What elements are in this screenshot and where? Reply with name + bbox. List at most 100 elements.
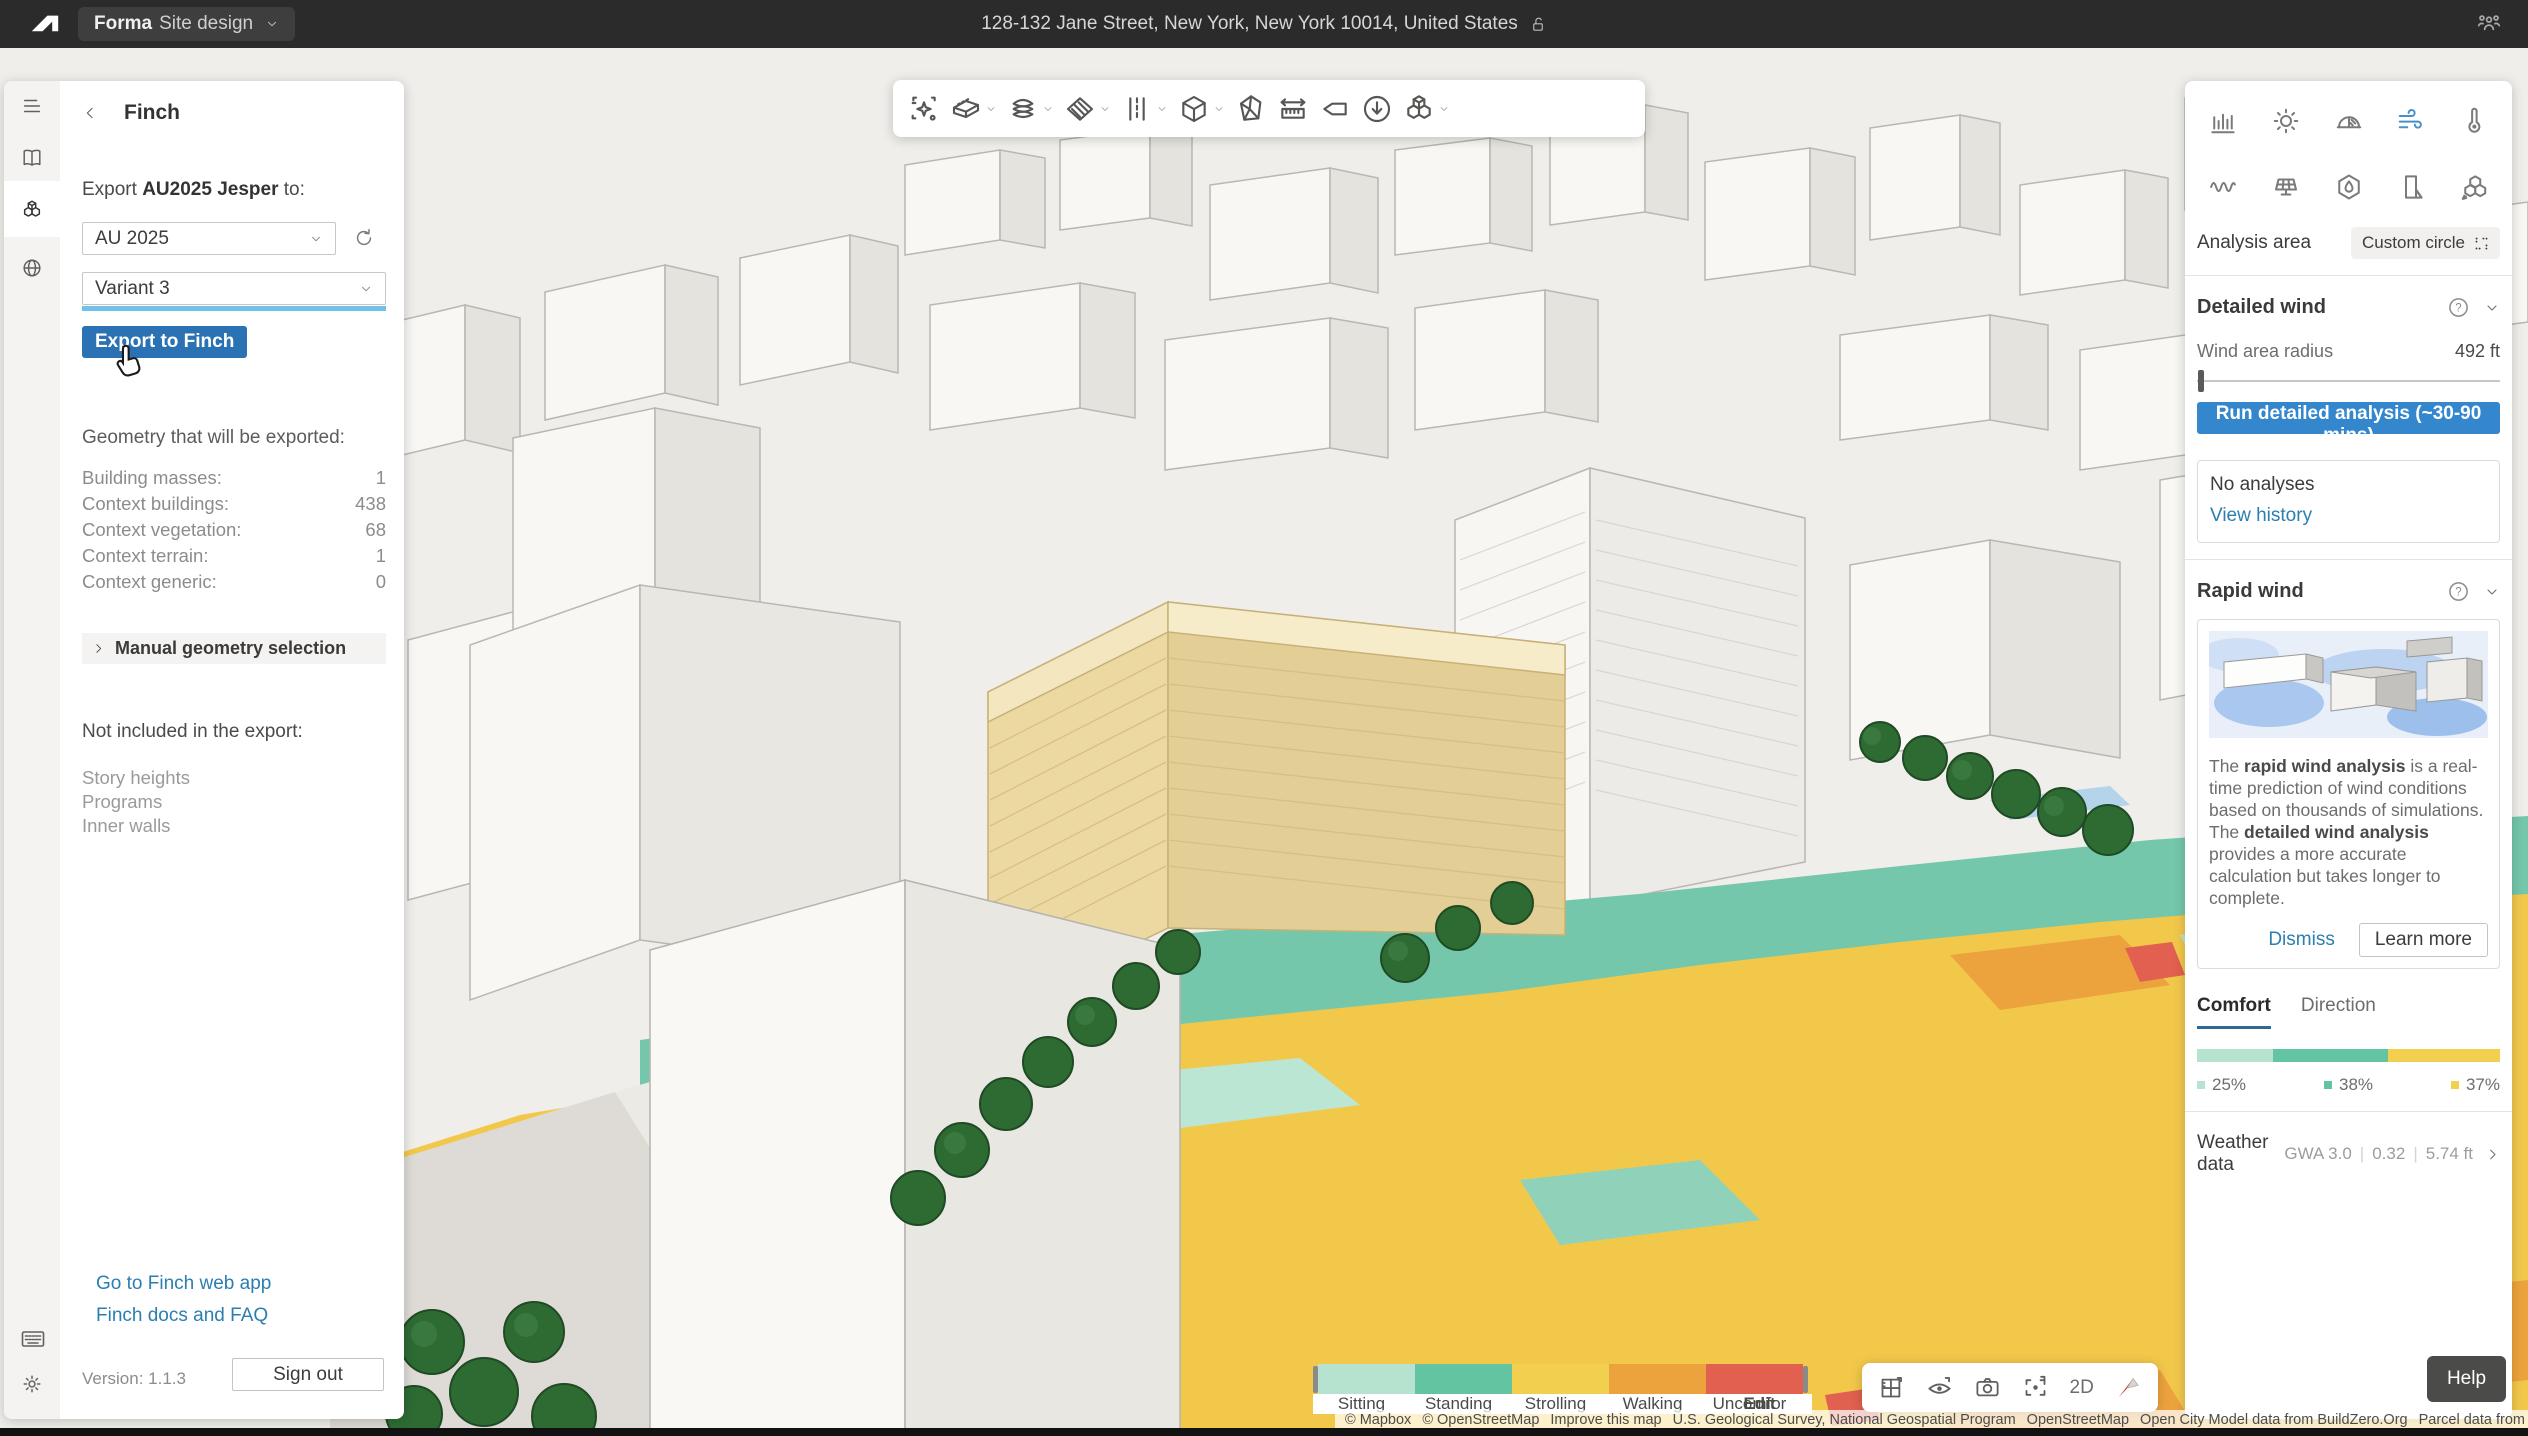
- version-label: Version: 1.1.3: [82, 1369, 186, 1389]
- detailed-wind-title: Detailed wind: [2197, 296, 2447, 319]
- help-button[interactable]: Help: [2427, 1356, 2506, 1402]
- variant-select-focus-underline: [82, 306, 386, 311]
- mode-2d-button[interactable]: 2D: [2070, 1377, 2094, 1399]
- project-address[interactable]: 128-132 Jane Street, New York, New York …: [981, 13, 1547, 35]
- finch-docs-link[interactable]: Finch docs and FAQ: [96, 1305, 268, 1327]
- legend-color-band: [1512, 1364, 1609, 1394]
- generic-3d-tool-button[interactable]: [1173, 89, 1230, 129]
- compass-button[interactable]: [2115, 1374, 2142, 1401]
- hub-select[interactable]: AU 2025: [82, 222, 336, 255]
- learn-more-button[interactable]: Learn more: [2359, 923, 2488, 957]
- focus-button[interactable]: [2022, 1374, 2049, 1401]
- extensions-icon[interactable]: [21, 199, 43, 221]
- comfort-distribution-legend: 25% 38% 37%: [2197, 1075, 2500, 1095]
- thermal-comfort-analysis-button[interactable]: [2448, 95, 2500, 147]
- integrations-icon[interactable]: [21, 257, 43, 279]
- export-to-finch-button[interactable]: Export to Finch: [82, 326, 247, 358]
- noise-analysis-button[interactable]: [2197, 161, 2249, 213]
- weather-data-label: Weather data: [2197, 1132, 2284, 1176]
- solar-pv-analysis-button[interactable]: [2260, 161, 2312, 213]
- chevron-down-icon[interactable]: [2484, 584, 2500, 600]
- zone-tool-button[interactable]: [1059, 89, 1116, 129]
- refresh-icon[interactable]: [353, 227, 375, 249]
- help-circle-icon[interactable]: ?: [2447, 580, 2470, 603]
- back-button[interactable]: [82, 105, 98, 121]
- manual-geometry-selection-expander[interactable]: Manual geometry selection: [82, 633, 386, 664]
- attribution-ocm: Open City Model data from BuildZero.Org: [2140, 1412, 2408, 1428]
- finch-panel: Finch Export AU2025 Jesper to: AU 2025 V…: [4, 81, 404, 1419]
- road-tool-button[interactable]: [1116, 89, 1173, 129]
- finch-web-app-link[interactable]: Go to Finch web app: [96, 1273, 271, 1295]
- sign-out-button[interactable]: Sign out: [232, 1358, 384, 1391]
- attribution-improve-link[interactable]: Improve this map: [1550, 1412, 1661, 1428]
- attribution-mapbox[interactable]: © Mapbox: [1345, 1412, 1411, 1428]
- terrain-tool-button[interactable]: [1230, 89, 1272, 129]
- measure-tool-button[interactable]: [1272, 89, 1314, 129]
- legend-item: 37%: [2451, 1075, 2500, 1095]
- app-mode: Site design: [159, 13, 253, 35]
- analysis-area-button[interactable]: Custom circle: [2351, 227, 2500, 259]
- noise-icon: [2208, 172, 2238, 202]
- tab-comfort[interactable]: Comfort: [2197, 995, 2271, 1029]
- statistics-analysis-button[interactable]: [2197, 95, 2249, 147]
- legend-right-handle[interactable]: [1803, 1366, 1808, 1393]
- svg-text:?: ?: [2455, 586, 2461, 598]
- building-tool-button[interactable]: [945, 89, 1002, 129]
- wind-radius-row: Wind area radius 492 ft: [2197, 341, 2500, 362]
- finch-blocks-tool-button[interactable]: [1398, 89, 1455, 129]
- embodied-carbon-analysis-button[interactable]: [2385, 161, 2437, 213]
- keyboard-shortcuts-icon[interactable]: [21, 1329, 45, 1349]
- slider-handle[interactable]: [2198, 370, 2204, 392]
- screen-bottom-edge: [0, 1428, 2528, 1436]
- weather-data-row[interactable]: Weather data GWA 3.0|0.32|5.74 ft: [2197, 1132, 2500, 1176]
- chevron-down-icon[interactable]: [2484, 300, 2500, 316]
- magic-select-tool-button[interactable]: [903, 89, 945, 129]
- geometry-row: Context buildings:438: [82, 493, 386, 519]
- rapid-wind-actions: Dismiss Learn more: [2209, 923, 2488, 957]
- forma-app-screen: Forma Site design 128-132 Jane Street, N…: [0, 0, 2528, 1436]
- chevron-down-icon: [1042, 103, 1054, 115]
- collaborators-icon[interactable]: [2476, 11, 2502, 37]
- daylight-analysis-button[interactable]: [2323, 95, 2375, 147]
- dismiss-button[interactable]: Dismiss: [2268, 929, 2335, 951]
- settings-icon[interactable]: [21, 1373, 43, 1395]
- rapid-wind-info-card: The rapid wind analysis is a real-time p…: [2197, 619, 2500, 969]
- wind-radius-slider[interactable]: [2197, 370, 2500, 392]
- legend-color-band: [1609, 1364, 1706, 1394]
- legend-color-band: [1318, 1364, 1415, 1394]
- geometry-row: Context generic:0: [82, 571, 386, 597]
- chevron-right-icon: [92, 642, 105, 655]
- app-switcher-button[interactable]: Forma Site design: [78, 7, 295, 41]
- menu-icon[interactable]: [21, 95, 43, 117]
- massing-icon: [2459, 172, 2489, 202]
- legend-item: 25%: [2197, 1075, 2246, 1095]
- import-tool-button[interactable]: [1356, 89, 1398, 129]
- chevron-down-icon: [359, 282, 373, 296]
- layout-grid-button[interactable]: [1878, 1374, 1905, 1401]
- camera-button[interactable]: [1974, 1374, 2001, 1401]
- annotation-tool-button[interactable]: [1314, 89, 1356, 129]
- chevron-right-icon: [2485, 1147, 2500, 1162]
- library-icon[interactable]: [21, 147, 43, 169]
- view-history-link[interactable]: View history: [2210, 505, 2487, 527]
- water-analysis-button[interactable]: [2323, 161, 2375, 213]
- not-included-item: Story heights: [82, 766, 190, 790]
- vegetation-tool-button[interactable]: [1002, 89, 1059, 129]
- wind-icon: [2396, 106, 2426, 136]
- attribution-osm[interactable]: © OpenStreetMap: [1422, 1412, 1539, 1428]
- sun-analysis-button[interactable]: [2260, 95, 2312, 147]
- visibility-button[interactable]: [1926, 1374, 1953, 1401]
- wind-analysis-button[interactable]: [2385, 95, 2437, 147]
- legend-swatch: [2451, 1081, 2459, 1089]
- tab-direction[interactable]: Direction: [2301, 995, 2376, 1029]
- wind-radius-label: Wind area radius: [2197, 341, 2333, 362]
- help-circle-icon[interactable]: ?: [2447, 296, 2470, 319]
- run-detailed-analysis-button[interactable]: Run detailed analysis (~30-90 mins): [2197, 402, 2500, 434]
- rapid-wind-header: Rapid wind ?: [2197, 580, 2500, 603]
- massing-analysis-button[interactable]: [2448, 161, 2500, 213]
- rapid-wind-title: Rapid wind: [2197, 580, 2447, 603]
- not-included-heading: Not included in the export:: [82, 721, 303, 743]
- magic-select-icon: [908, 93, 940, 125]
- variant-select[interactable]: Variant 3: [82, 272, 386, 305]
- autodesk-logo: [30, 12, 60, 36]
